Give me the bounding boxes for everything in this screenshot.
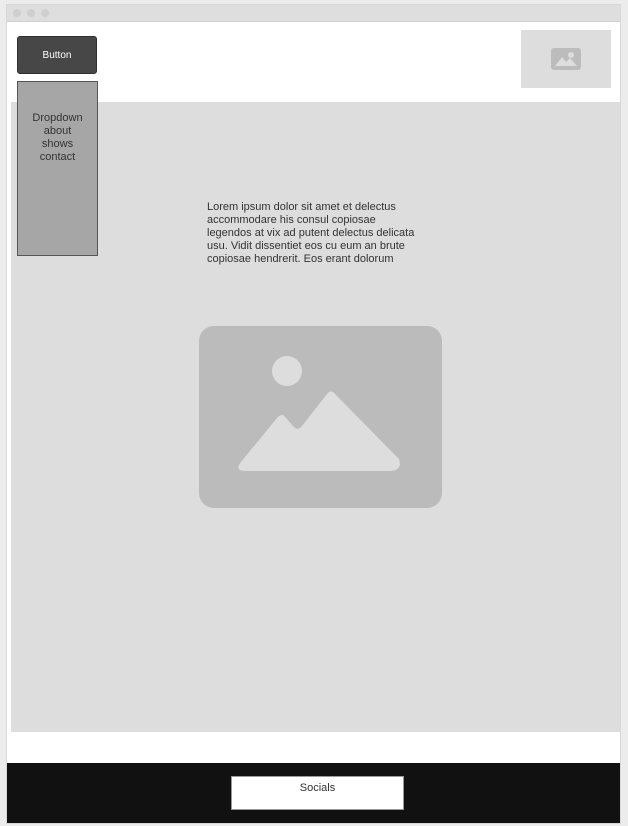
browser-window: Button Lorem ipsum dolor sit amet et del… bbox=[6, 4, 621, 824]
dropdown-menu[interactable]: Dropdown about shows contact bbox=[17, 81, 98, 256]
window-control-dot[interactable] bbox=[13, 9, 21, 17]
footer: Socials bbox=[7, 763, 620, 823]
image-placeholder-icon bbox=[551, 48, 581, 70]
menu-item-shows[interactable]: shows bbox=[18, 138, 97, 151]
window-control-dot[interactable] bbox=[41, 9, 49, 17]
main-content: Lorem ipsum dolor sit amet et delectus a… bbox=[11, 102, 620, 732]
dropdown-label[interactable]: Dropdown bbox=[18, 112, 97, 125]
body-text: Lorem ipsum dolor sit amet et delectus a… bbox=[207, 201, 415, 265]
menu-item-contact[interactable]: contact bbox=[18, 151, 97, 164]
window-titlebar bbox=[7, 5, 620, 22]
menu-item-about[interactable]: about bbox=[18, 125, 97, 138]
socials-box[interactable]: Socials bbox=[231, 776, 404, 810]
image-placeholder-icon bbox=[199, 326, 442, 508]
logo-placeholder bbox=[521, 30, 611, 88]
main-image-placeholder bbox=[199, 326, 442, 508]
window-control-dot[interactable] bbox=[27, 9, 35, 17]
header-button[interactable]: Button bbox=[17, 36, 97, 74]
